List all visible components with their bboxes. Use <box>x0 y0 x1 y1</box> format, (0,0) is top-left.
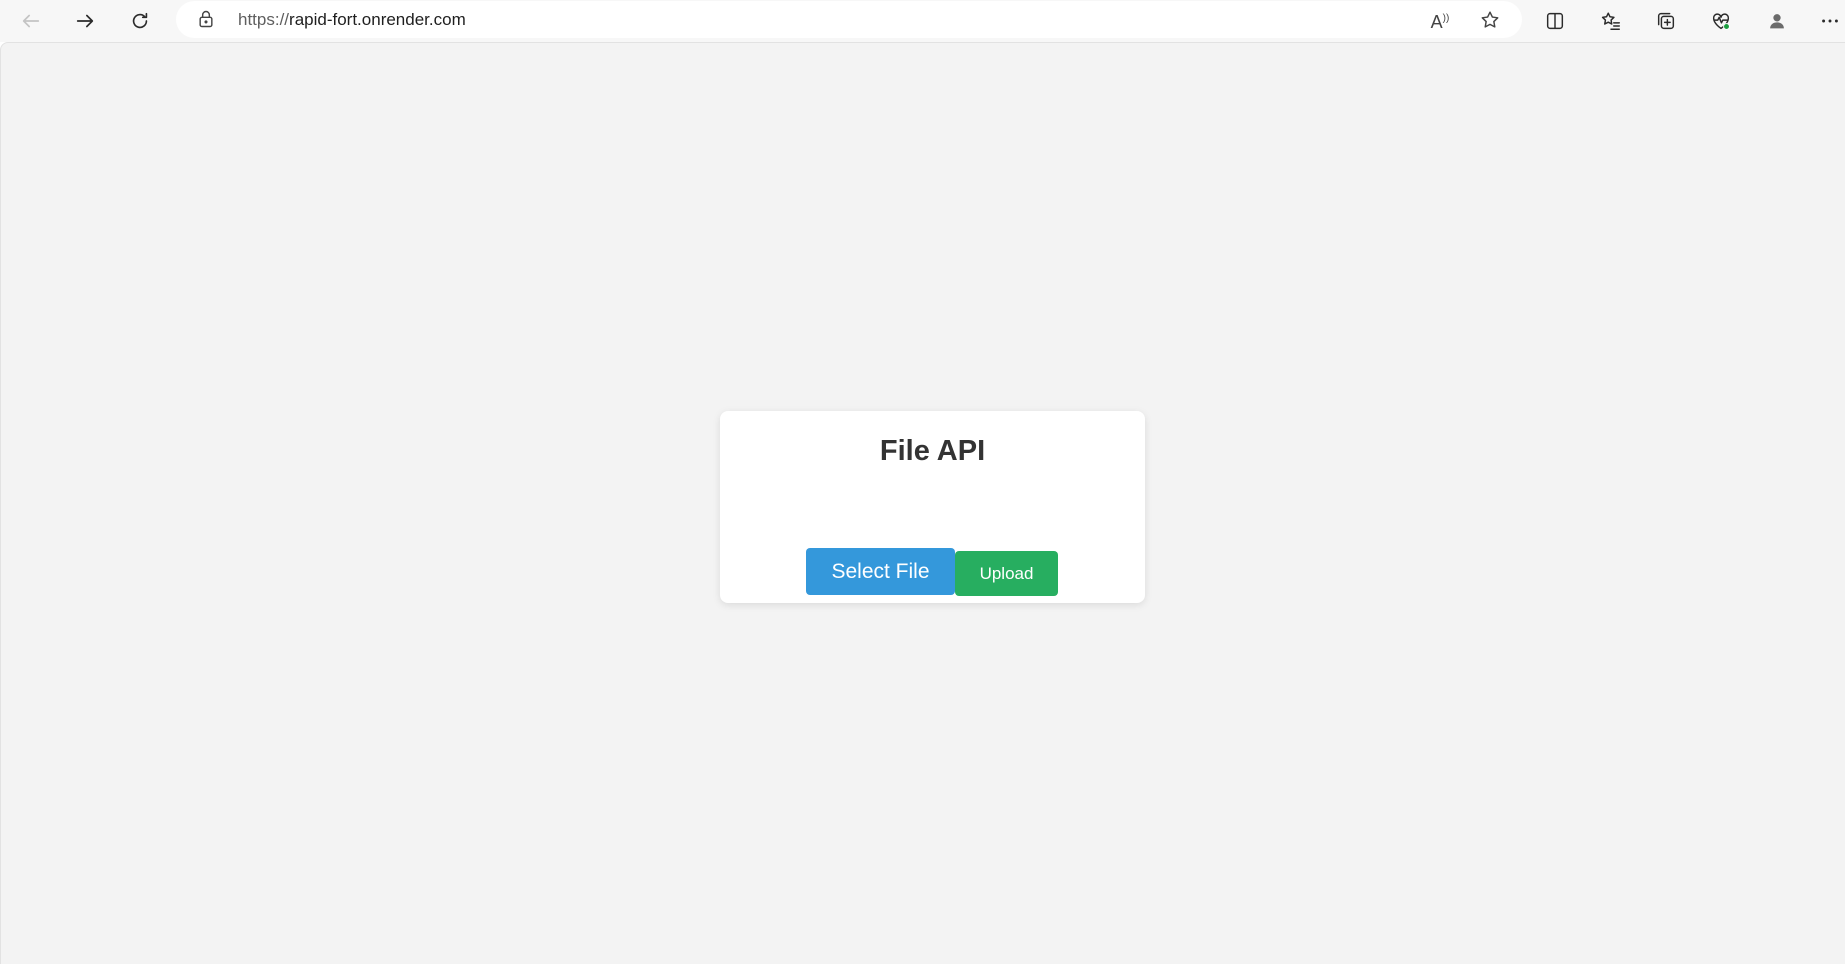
collections-button[interactable] <box>1648 3 1684 39</box>
forward-button[interactable] <box>67 3 103 39</box>
read-aloud-waves: )) <box>1442 12 1450 24</box>
lock-icon[interactable] <box>196 9 216 29</box>
split-screen-button[interactable] <box>1537 3 1573 39</box>
add-favorite-button[interactable] <box>1478 8 1502 32</box>
url-host: rapid-fort.onrender.com <box>289 10 466 29</box>
profile-button[interactable] <box>1759 3 1795 39</box>
split-screen-icon <box>1546 12 1564 30</box>
back-arrow-icon <box>22 14 40 28</box>
collections-icon <box>1657 12 1675 30</box>
url-text[interactable]: https://rapid-fort.onrender.com <box>238 1 466 38</box>
more-button[interactable] <box>1812 3 1845 39</box>
favorites-button[interactable] <box>1593 3 1629 39</box>
page-title: File API <box>879 435 986 467</box>
browser-essentials-button[interactable] <box>1703 3 1739 39</box>
page-viewport: File API Select File Upload <box>0 42 1845 964</box>
read-aloud-letter: A <box>1430 11 1443 32</box>
refresh-button[interactable] <box>122 3 158 39</box>
forward-arrow-icon <box>76 14 94 28</box>
back-button[interactable] <box>13 3 49 39</box>
profile-icon <box>1770 14 1784 29</box>
heartbeat-icon <box>1712 13 1730 30</box>
url-scheme: https:// <box>238 10 290 29</box>
read-aloud-icon: A)) <box>1431 7 1450 34</box>
refresh-icon <box>132 12 148 29</box>
address-bar[interactable]: https://rapid-fort.onrender.com A)) <box>176 1 1522 38</box>
select-file-button[interactable]: Select File <box>806 548 955 595</box>
more-icon <box>1822 19 1838 23</box>
favorites-list-icon <box>1601 12 1620 30</box>
read-aloud-button[interactable]: A)) <box>1428 8 1452 32</box>
upload-button[interactable]: Upload <box>955 551 1058 596</box>
browser-toolbar: https://rapid-fort.onrender.com A)) <box>0 0 1845 42</box>
file-api-card: File API Select File Upload <box>720 411 1145 603</box>
star-icon <box>1481 11 1499 28</box>
